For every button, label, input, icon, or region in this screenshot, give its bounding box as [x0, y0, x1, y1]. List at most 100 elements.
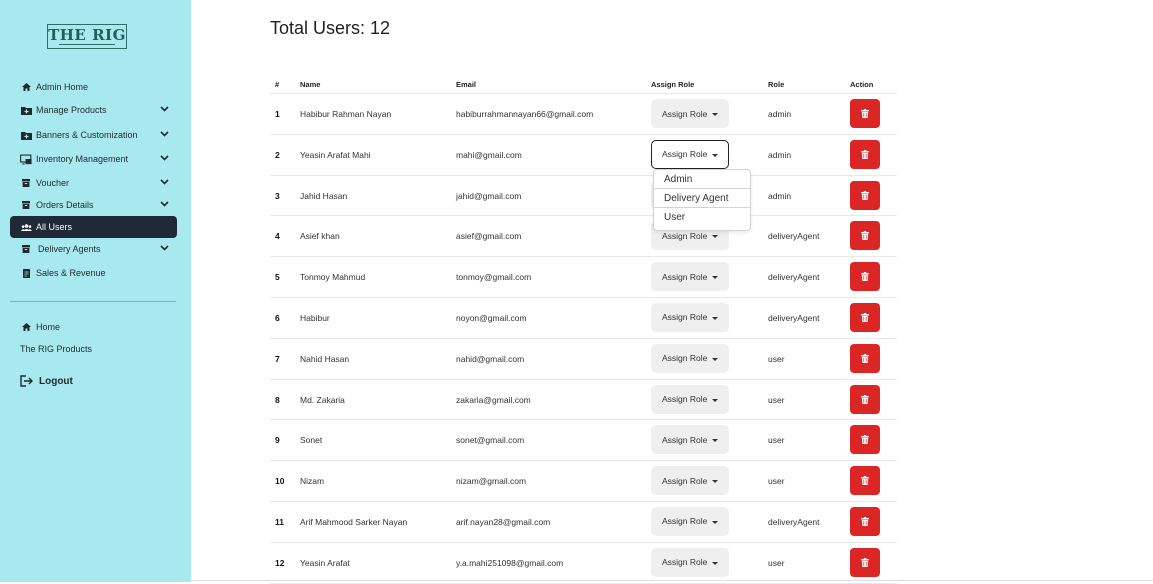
sidebar-item-label: Banners & Customization [36, 130, 138, 140]
delete-button[interactable] [850, 506, 880, 536]
folder-plus-icon [20, 106, 32, 115]
home-icon [20, 83, 32, 91]
assign-role-label: Assign Role [662, 108, 708, 119]
assign-role-label: Assign Role [662, 312, 708, 323]
user-name: Habibur [300, 312, 330, 323]
sidebar-item-label: Admin Home [36, 82, 89, 92]
table-row: 6 Habibur noyon@gmail.com Assign Role de… [270, 298, 897, 339]
brand-logo[interactable]: THE RIG [47, 24, 127, 49]
user-name: Arif Mahmood Sarker Nayan [300, 516, 408, 527]
user-email: sonet@gmail.com [456, 435, 525, 446]
delete-button[interactable] [850, 425, 880, 455]
sidebar-item-home[interactable]: Home [10, 317, 177, 337]
dropdown-option-delivery-agent[interactable]: Delivery Agent [654, 188, 750, 208]
caret-down-icon [712, 439, 718, 443]
row-number: 7 [275, 353, 280, 364]
chevron-down-icon [160, 177, 169, 187]
trash-icon [861, 272, 869, 282]
user-email: nizam@gmail.com [456, 476, 527, 487]
table-row: 9 Sonet sonet@gmail.com Assign Role user [270, 420, 897, 462]
user-name: Yeasin Arafat Mahi [300, 149, 371, 160]
assign-role-button[interactable]: Assign Role [651, 506, 729, 536]
user-name: Nizam [300, 476, 325, 487]
column-header-assign-role: Assign Role [651, 80, 695, 89]
assign-role-button[interactable]: Assign Role [651, 99, 729, 128]
logout-button[interactable]: Logout [20, 375, 73, 387]
sidebar-item-delivery-agents[interactable]: Delivery Agents [10, 239, 177, 259]
table-row: 7 Nahid Hasan nahid@gmail.com Assign Rol… [270, 339, 897, 380]
assign-role-button[interactable]: Assign Role [651, 384, 729, 414]
user-role: user [768, 435, 785, 446]
sidebar-item-inventory-management[interactable]: Inventory Management [10, 149, 177, 169]
assign-role-button[interactable]: Assign Role [651, 302, 729, 332]
assign-role-button[interactable]: Assign Role [651, 466, 729, 496]
sidebar-item-voucher[interactable]: Voucher [10, 173, 177, 193]
delete-button[interactable] [850, 221, 880, 251]
caret-down-icon [712, 276, 718, 280]
assign-role-button[interactable]: Assign Role [651, 343, 729, 373]
row-number: 8 [275, 394, 280, 405]
delete-button[interactable] [850, 139, 880, 169]
logo-tagline-line [59, 44, 115, 45]
row-number: 2 [275, 149, 280, 160]
chevron-down-icon [160, 153, 169, 163]
delete-button[interactable] [850, 343, 880, 373]
user-name: Nahid Hasan [300, 353, 350, 364]
assign-role-button[interactable]: Assign Role [651, 547, 729, 577]
row-number: 3 [275, 190, 280, 201]
column-header-role: Role [768, 80, 785, 89]
sidebar-item-rig-products[interactable]: The RIG Products [10, 339, 177, 359]
sidebar-item-manage-products[interactable]: Manage Products [10, 100, 177, 120]
delete-button[interactable] [850, 466, 880, 496]
dropdown-option-user[interactable]: User [654, 208, 750, 226]
caret-down-icon [712, 357, 718, 361]
assign-role-button[interactable]: Assign Role [651, 262, 729, 292]
trash-icon [861, 516, 869, 526]
delete-button[interactable] [850, 262, 880, 292]
user-role: user [768, 557, 785, 568]
delete-button[interactable] [850, 99, 880, 128]
delete-button[interactable] [850, 302, 880, 332]
user-email: noyon@gmail.com [456, 312, 527, 323]
assign-role-button[interactable]: Assign Role [651, 139, 729, 169]
user-name: Tonmoy Mahmud [300, 272, 366, 283]
assign-role-button[interactable]: Assign Role [651, 425, 729, 455]
trash-icon [861, 435, 869, 445]
assign-role-label: Assign Role [662, 394, 708, 405]
users-table: # Name Email Assign Role Role Action 1 H… [270, 76, 897, 584]
user-email: jahid@gmail.com [456, 190, 522, 201]
row-number: 10 [275, 476, 285, 487]
user-role: deliveryAgent [768, 231, 820, 242]
logout-icon [20, 375, 33, 387]
row-number: 5 [275, 272, 280, 283]
table-row: 3 Jahid Hasan jahid@gmail.com Assign Rol… [270, 176, 897, 217]
sidebar-item-label: Voucher [36, 178, 70, 188]
user-email: y.a.mahi251098@gmail.com [456, 557, 564, 568]
box-icon [20, 201, 32, 209]
sidebar-item-admin-home[interactable]: Admin Home [10, 77, 177, 97]
user-name: Md. Zakaria [300, 394, 345, 405]
column-header-name: Name [300, 80, 321, 89]
row-number: 11 [275, 516, 284, 527]
delete-button[interactable] [850, 547, 880, 577]
delete-button[interactable] [850, 180, 880, 210]
logo-text: THE RIG [48, 26, 126, 44]
user-role: deliveryAgent [768, 272, 820, 283]
table-row: 5 Tonmoy Mahmud tonmoy@gmail.com Assign … [270, 257, 897, 298]
box-icon [20, 245, 32, 253]
sidebar-item-sales-revenue[interactable]: Sales & Revenue [10, 263, 177, 283]
assign-role-label: Assign Role [662, 516, 708, 527]
table-row: 1 Habibur Rahman Nayan habiburrahmannaya… [270, 94, 897, 135]
delete-button[interactable] [850, 384, 880, 414]
sidebar-item-all-users[interactable]: All Users [10, 216, 177, 238]
user-email: mahi@gmail.com [456, 149, 522, 160]
assign-role-dropdown-menu: Admin Delivery Agent User [653, 169, 751, 231]
sidebar-item-banners-customization[interactable]: Banners & Customization [10, 125, 177, 145]
user-email: habiburrahmannayan66@gmail.com [456, 109, 594, 119]
sidebar-item-label: Inventory Management [36, 154, 129, 164]
assign-role-label: Assign Role [662, 149, 708, 160]
user-role: deliveryAgent [768, 516, 820, 527]
sidebar-item-orders-details[interactable]: Orders Details [10, 195, 177, 215]
document-icon [20, 268, 32, 278]
dropdown-option-admin[interactable]: Admin [654, 170, 750, 188]
